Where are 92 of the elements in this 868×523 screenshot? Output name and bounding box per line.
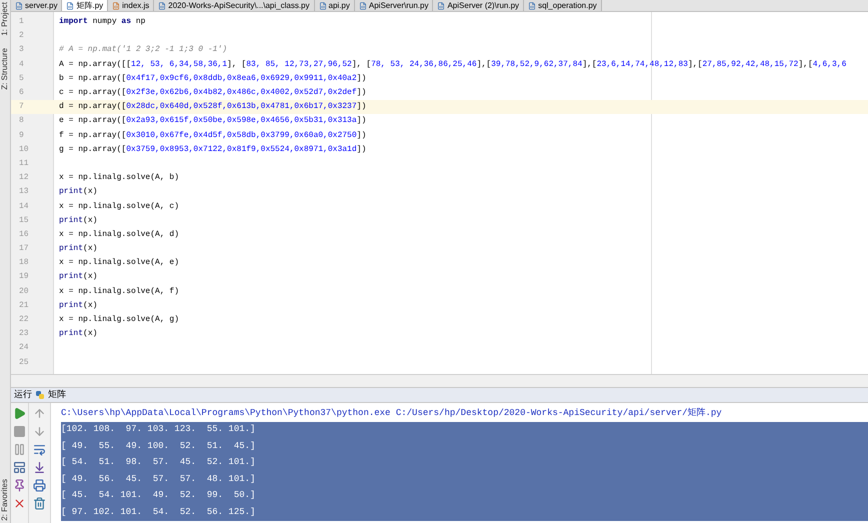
file-tab[interactable]: 矩阵.py (62, 0, 108, 11)
line-number: 24 (18, 342, 30, 354)
arrow-up-icon[interactable] (33, 407, 46, 420)
file-tab[interactable]: api.py (314, 0, 355, 11)
tab-label: ApiServer\run.py (368, 0, 428, 10)
tool-window-label[interactable]: Z: Structure (0, 48, 10, 90)
code-line: g = np.array([0x3759,0x8953,0x7122,0x81f9,0x5524,0x8971,0x3a1d]) (59, 144, 366, 156)
line-number: 23 (18, 328, 30, 340)
line-number: 22 (18, 314, 30, 326)
code-line: A = np.array([[12, 53, 6,34,58,36,1], [83, 85, 12,73,27,96,52], [78, 53, 24,36,86,25,46],[39,78,52,9,62,37,84],[23,6,14,74,48,12,83],[27,85,92,42,48,15,72],[4,6,3,6 (59, 58, 846, 71)
tool-window-label[interactable]: 1: Project (0, 2, 10, 36)
code-line: x = np.linalg.solve(A, e) (59, 257, 180, 270)
line-number: 16 (18, 228, 30, 241)
code-line: import numpy as np (59, 16, 146, 28)
line-number: 3 (18, 44, 25, 56)
file-tab[interactable]: sql_operation.py (524, 0, 602, 11)
code-line: print(x) (59, 328, 98, 340)
code-line: print(x) (59, 214, 98, 227)
file-tab[interactable]: 2020-Works-ApiSecurity\...\api_class.py (154, 0, 315, 11)
code-line: print(x) (59, 271, 98, 284)
run-config-name[interactable]: 矩阵 (48, 388, 66, 402)
print-icon[interactable] (33, 479, 46, 492)
line-number: 6 (18, 87, 25, 100)
line-number: 7 (18, 101, 25, 114)
file-icon (318, 2, 327, 10)
file-icon (437, 2, 446, 10)
trash-icon[interactable] (33, 497, 46, 510)
file-icon (112, 2, 120, 10)
code-line: x = np.linalg.solve(A, g) (59, 314, 180, 326)
stop-icon[interactable] (13, 425, 26, 438)
code-line: # A = np.mat('1 2 3;2 -1 1;3 0 -1') (59, 44, 228, 56)
code-line: print(x) (59, 243, 98, 256)
line-number: 20 (18, 286, 30, 298)
pin-icon[interactable] (13, 479, 26, 492)
wrap-icon[interactable] (33, 443, 46, 456)
line-number: 9 (18, 130, 25, 142)
file-tab[interactable]: server.py (11, 0, 62, 11)
close-icon[interactable] (13, 497, 26, 510)
run-icon[interactable] (13, 407, 26, 420)
code-line: x = np.linalg.solve(A, f) (59, 286, 180, 298)
line-number: 5 (18, 72, 25, 85)
tool-window-label[interactable]: 2: Favorites (0, 479, 10, 521)
tab-label: api.py (328, 0, 350, 10)
pause-icon[interactable] (13, 443, 26, 456)
code-line: f = np.array([0x3010,0x67fe,0x4d5f,0x58db,0x3799,0x60a0,0x2750]) (59, 130, 366, 142)
code-line: d = np.array([0x28dc,0x640d,0x528f,0x613b,0x4781,0x6b17,0x3237]) (59, 101, 366, 114)
code-line: print(x) (59, 300, 98, 312)
tab-label: ApiServer (2)\run.py (447, 0, 520, 10)
line-number: 12 (18, 172, 30, 184)
line-number: 11 (18, 158, 30, 170)
file-icon (15, 2, 23, 10)
tab-label: sql_operation.py (538, 0, 597, 10)
line-number: 18 (18, 257, 30, 270)
line-number: 15 (18, 214, 30, 227)
file-tab[interactable]: ApiServer\run.py (354, 0, 434, 11)
tab-label: 矩阵.py (76, 0, 104, 10)
code-line: print(x) (59, 186, 98, 198)
console-output: [ 49. 55. 49. 100. 52. 51. 45.] (61, 440, 256, 453)
code-line: x = np.linalg.solve(A, d) (59, 228, 180, 241)
run-panel-title[interactable]: 运行 (14, 388, 32, 402)
file-icon (358, 2, 367, 10)
line-number: 2 (18, 30, 25, 42)
file-tab[interactable]: index.js (108, 0, 154, 11)
line-number: 17 (18, 243, 30, 256)
line-number: 8 (18, 115, 25, 128)
arrow-down-icon[interactable] (33, 425, 46, 438)
code-line: b = np.array([0x4f17,0x9cf6,0x8ddb,0x8ea6,0x6929,0x9911,0x40a2]) (59, 72, 366, 85)
line-number: 10 (18, 144, 30, 156)
tab-label: index.js (122, 0, 150, 10)
console-output: [ 49. 56. 45. 57. 57. 48. 101.] (61, 472, 256, 486)
console-command: C:\Users\hp\AppData\Local\Programs\Python\Python37\python.exe C:/Users/hp/Desktop/2020-Works-ApiSecurity/api/server/矩阵.py (61, 406, 722, 420)
code-line: c = np.array([0x2f3e,0x62b6,0x4b82,0x486c,0x4002,0x52d7,0x2def]) (59, 87, 366, 100)
tab-label: 2020-Works-ApiSecurity\...\api_class.py (168, 0, 310, 10)
layout-icon[interactable] (13, 461, 26, 474)
line-number: 25 (18, 356, 30, 369)
code-line: x = np.linalg.solve(A, b) (59, 172, 180, 184)
line-number: 13 (18, 186, 30, 198)
file-icon (158, 2, 166, 10)
line-number: 19 (18, 271, 30, 284)
line-number: 14 (18, 200, 30, 213)
line-number: 21 (18, 300, 30, 312)
file-icon (66, 2, 74, 10)
code-line: e = np.array([0x2a93,0x615f,0x50be,0x598e,0x4656,0x5b31,0x313a]) (59, 115, 366, 128)
file-icon (528, 2, 536, 10)
tab-label: server.py (25, 0, 58, 10)
python-icon (35, 390, 45, 400)
file-tab[interactable]: ApiServer (2)\run.py (433, 0, 524, 11)
console-output: [ 97. 102. 101. 54. 52. 56. 125.] (61, 506, 256, 519)
code-line: x = np.linalg.solve(A, c) (59, 200, 180, 213)
scroll-end-icon[interactable] (33, 461, 46, 474)
line-number: 1 (18, 16, 25, 28)
line-number: 4 (18, 58, 25, 71)
